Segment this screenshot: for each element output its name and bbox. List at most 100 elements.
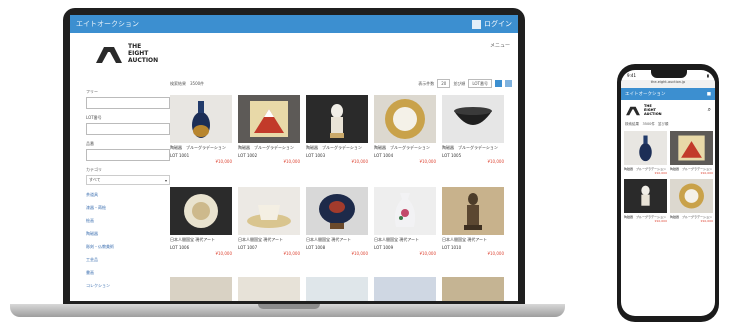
product-card[interactable] (442, 277, 504, 301)
product-image-figurine[interactable] (306, 95, 368, 143)
menu-link[interactable]: メニュー (490, 42, 510, 49)
category-link[interactable]: コレクション (86, 283, 170, 289)
product-image-gold-plate[interactable] (374, 95, 436, 143)
product-card[interactable]: 日本人間国宝 現代アート LOT 1010 ¥10,000 (442, 187, 504, 273)
product-image-cloisonne-bowl[interactable] (306, 187, 368, 235)
phone-url-bar[interactable]: the-eight-auction.jp (621, 80, 715, 88)
product-price: ¥10,000 (351, 159, 368, 164)
count-label: 表示件数 (418, 80, 435, 86)
category-link[interactable]: 茶道具 (86, 192, 170, 198)
product-price: ¥10,000 (283, 159, 300, 164)
free-search-input[interactable] (86, 97, 170, 109)
logo-line-2: EIGHT (128, 50, 149, 57)
sort-bar: 表示件数 20 並び順 LOT番号 (418, 79, 512, 88)
phone-notch (651, 70, 687, 78)
field-label-lot: LOT番号 (86, 115, 102, 120)
product-card[interactable]: 陶磁器 ブルーグラデーション LOT 1005 ¥10,000 (442, 95, 504, 181)
login-button[interactable]: ログイン (472, 19, 512, 29)
product-price: ¥10,000 (419, 159, 436, 164)
product-image[interactable] (374, 277, 436, 301)
product-price: ¥10,000 (700, 219, 713, 223)
product-name: 日本人間国宝 現代アート (170, 237, 216, 242)
phone-product-card[interactable]: 陶磁器 ブルーグラデーション ¥10,000 (670, 131, 713, 175)
product-grid: 陶磁器 ブルーグラデーション LOT 1001 ¥10,000 陶磁器 ブルーグ… (170, 95, 512, 273)
product-image-gold-plate[interactable] (670, 179, 713, 213)
category-link[interactable]: 絵画 (86, 218, 170, 224)
count-select[interactable]: 20 (437, 79, 451, 88)
chevron-down-icon: ▾ (164, 177, 167, 183)
category-link[interactable]: 彫刻・仏教美術 (86, 244, 170, 250)
product-card[interactable] (170, 277, 232, 301)
logo-line-3: AUCTION (644, 112, 662, 116)
top-bar: エイトオークション ログイン (70, 15, 518, 33)
product-image[interactable] (442, 277, 504, 301)
category-link[interactable]: 工芸品 (86, 257, 170, 263)
laptop-mockup: エイトオークション ログイン THE EIGHT AUCTION メニュー フリ… (10, 5, 565, 323)
product-image[interactable] (306, 277, 368, 301)
phone-product-card[interactable]: 陶磁器 ブルーグラデーション ¥10,000 (624, 131, 667, 175)
product-image-blue-vase[interactable] (624, 131, 667, 165)
field-label-item: 品番 (86, 141, 94, 146)
product-image-blue-vase[interactable] (170, 95, 232, 143)
product-card[interactable]: 日本人間国宝 現代アート LOT 1007 ¥10,000 (238, 187, 300, 273)
category-select[interactable]: すべて ▾ (86, 175, 170, 185)
phone-product-card[interactable]: 陶磁器 ブルーグラデーション ¥10,000 (624, 179, 667, 223)
product-image[interactable] (170, 277, 232, 301)
sort-label: 並び順 (453, 80, 466, 86)
lot-number-input[interactable] (86, 123, 170, 135)
category-selected: すべて (89, 177, 101, 182)
phone-mockup: 9:41 ▮ the-eight-auction.jp エイトオークション ■ … (617, 64, 719, 322)
product-image-tea-bowl[interactable] (442, 95, 504, 143)
list-view-icon[interactable] (505, 80, 512, 87)
product-price: ¥10,000 (419, 251, 436, 256)
item-number-input[interactable] (86, 149, 170, 161)
product-card[interactable] (306, 277, 368, 301)
product-price: ¥10,000 (215, 251, 232, 256)
product-price: ¥10,000 (654, 219, 667, 223)
product-card[interactable]: 陶磁器 ブルーグラデーション LOT 1002 ¥10,000 (238, 95, 300, 181)
product-image[interactable] (238, 277, 300, 301)
product-image-cup-saucer[interactable] (238, 187, 300, 235)
product-image-fuji-painting[interactable] (238, 95, 300, 143)
product-card[interactable] (238, 277, 300, 301)
category-label: カテゴリ (86, 167, 102, 172)
logo-line-3: AUCTION (128, 57, 159, 64)
laptop-screen: エイトオークション ログイン THE EIGHT AUCTION メニュー フリ… (70, 15, 518, 301)
product-card[interactable] (374, 277, 436, 301)
product-card[interactable]: 陶磁器 ブルーグラデーション LOT 1001 ¥10,000 (170, 95, 232, 181)
product-name: 日本人間国宝 現代アート (238, 237, 284, 242)
search-sidebar: フリー LOT番号 品番 カテゴリ すべて ▾ 茶道具 漆器・蒔絵 絵画 陶磁器… (86, 83, 170, 289)
search-icon[interactable]: ⌕ (708, 106, 711, 114)
category-link[interactable]: 書画 (86, 270, 170, 276)
product-image-figurine[interactable] (624, 179, 667, 213)
product-image-flower-vase[interactable] (374, 187, 436, 235)
product-name: 陶磁器 ブルーグラデーション (374, 145, 430, 150)
grid-view-icon[interactable] (495, 80, 502, 87)
logo-mountain-icon (626, 106, 640, 115)
phone-logo[interactable]: THE EIGHT AUCTION ⌕ (621, 100, 715, 120)
product-card[interactable]: 日本人間国宝 現代アート LOT 1009 ¥10,000 (374, 187, 436, 273)
product-price: ¥10,000 (487, 251, 504, 256)
product-card[interactable]: 陶磁器 ブルーグラデーション LOT 1004 ¥10,000 (374, 95, 436, 181)
site-logo[interactable]: THE EIGHT AUCTION (94, 43, 158, 64)
product-card[interactable]: 日本人間国宝 現代アート LOT 1008 ¥10,000 (306, 187, 368, 273)
product-name: 陶磁器 ブルーグラデーション (306, 145, 362, 150)
sort-select[interactable]: LOT番号 (468, 79, 492, 88)
phone-product-card[interactable]: 陶磁器 ブルーグラデーション ¥10,000 (670, 179, 713, 223)
product-name: 陶磁器 ブルーグラデーション (442, 145, 498, 150)
category-link[interactable]: 漆器・蒔絵 (86, 205, 170, 211)
phone-sort-label: 並び順 (657, 121, 669, 126)
results-area: 検索結果 3500件 表示件数 20 並び順 LOT番号 陶磁器 ブルーグラデー… (170, 79, 512, 301)
product-card[interactable]: 陶磁器 ブルーグラデーション LOT 1003 ¥10,000 (306, 95, 368, 181)
product-price: ¥10,000 (215, 159, 232, 164)
user-icon[interactable]: ■ (707, 92, 711, 97)
product-price: ¥10,000 (283, 251, 300, 256)
category-link[interactable]: 陶磁器 (86, 231, 170, 237)
product-card[interactable]: 日本人間国宝 現代アート LOT 1006 ¥10,000 (170, 187, 232, 273)
logo-mountain-icon (96, 46, 122, 63)
product-image-bronze-statue[interactable] (442, 187, 504, 235)
field-label-free: フリー (86, 89, 98, 94)
product-image-fuji-painting[interactable] (670, 131, 713, 165)
product-image-round-box[interactable] (170, 187, 232, 235)
login-label: ログイン (484, 20, 512, 28)
